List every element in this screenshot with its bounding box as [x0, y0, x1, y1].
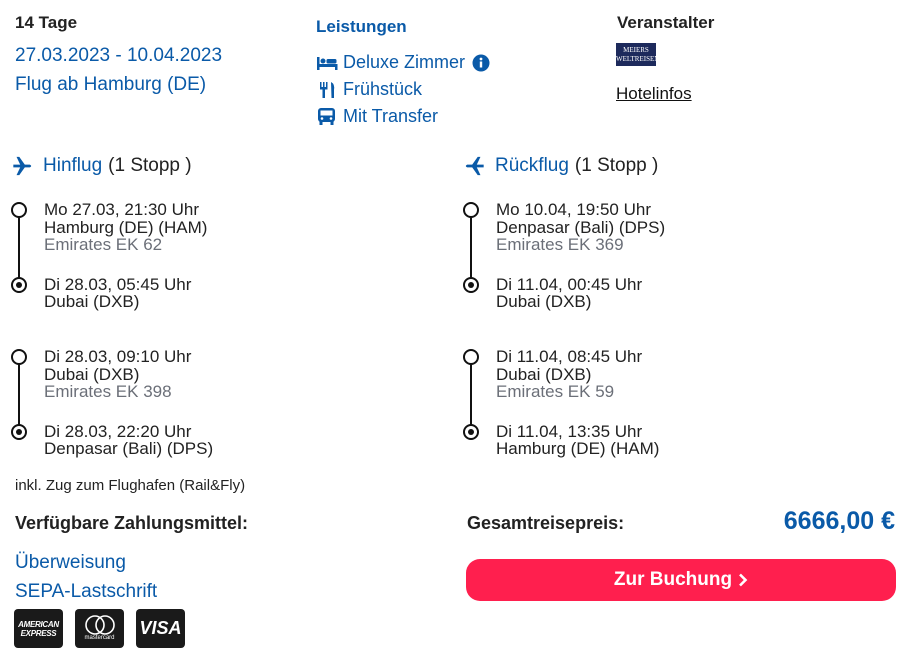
outbound-header: Hinflug (1 Stopp ) [10, 155, 192, 177]
leg-line [18, 216, 20, 278]
payment-method-sepa[interactable]: SEPA-Lastschrift [15, 581, 157, 603]
total-price-label: Gesamtreisepreis: [467, 513, 625, 533]
departure-time: Mo 27.03, 21:30 Uhr [44, 200, 199, 219]
payment-method-bank-transfer[interactable]: Überweisung [15, 552, 126, 574]
departure-time: Mo 10.04, 19:50 Uhr [496, 200, 651, 219]
return-stops: (1 Stopp ) [574, 155, 659, 176]
total-price-value: 6666,00 € [783, 507, 895, 535]
arrival-marker [463, 277, 479, 293]
departure-airport: Flug ab Hamburg (DE) [15, 74, 207, 95]
book-button[interactable]: Zur Buchung [466, 559, 896, 601]
plane-icon [465, 156, 484, 176]
departure-airport: Hamburg (DE) (HAM) [44, 218, 208, 237]
leg-line [18, 363, 20, 425]
arrival-airport: Dubai (DXB) [44, 292, 140, 311]
departure-time: Di 11.04, 08:45 Uhr [496, 347, 643, 366]
return-header: Rückflug (1 Stopp ) [462, 155, 658, 177]
arrival-time: Di 28.03, 22:20 Uhr [44, 422, 192, 441]
return-title: Rückflug [495, 155, 569, 176]
outbound-stops: (1 Stopp ) [108, 155, 192, 176]
mastercard-card-icon: mastercard [75, 609, 124, 648]
arrival-time: Di 28.03, 05:45 Uhr [44, 275, 192, 294]
departure-airport: Dubai (DXB) [496, 365, 592, 384]
service-label: Mit Transfer [343, 106, 439, 126]
meiers-weltreisen-logo: MEIERS WELTREISEN [616, 43, 660, 66]
service-label: Frühstück [343, 79, 423, 99]
mastercard-circles-icon [84, 615, 115, 635]
visa-label: VISA [139, 618, 182, 638]
services-heading: Leistungen [316, 17, 407, 36]
arrival-time: Di 11.04, 13:35 Uhr [496, 422, 643, 441]
flight-number: Emirates EK 369 [496, 235, 624, 254]
logo-text: MEIERS WELTREISEN [616, 46, 660, 63]
visa-card-icon: VISA [136, 609, 185, 648]
departure-airport: Denpasar (Bali) (DPS) [496, 218, 666, 237]
arrival-airport: Hamburg (DE) (HAM) [496, 439, 660, 458]
arrival-airport: Dubai (DXB) [496, 292, 592, 311]
departure-time: Di 28.03, 09:10 Uhr [44, 347, 192, 366]
service-label: Deluxe Zimmer [343, 52, 466, 72]
trip-duration: 14 Tage [15, 13, 78, 32]
service-transfer: Mit Transfer [316, 106, 438, 127]
outbound-title: Hinflug [43, 155, 103, 176]
leg-line [470, 216, 472, 278]
trip-dates: 27.03.2023 - 10.04.2023 [15, 45, 223, 66]
organizer-heading: Veranstalter [617, 13, 715, 32]
flight-number: Emirates EK 62 [44, 235, 163, 254]
bus-icon [318, 107, 335, 125]
arrival-marker [463, 424, 479, 440]
service-deluxe-room: Deluxe Zimmer [316, 52, 490, 73]
leg-line [470, 363, 472, 425]
info-icon[interactable] [472, 54, 490, 72]
mastercard-label: mastercard [84, 635, 115, 641]
rail-and-fly-note: inkl. Zug zum Flughafen (Rail&Fly) [15, 477, 246, 494]
payment-heading: Verfügbare Zahlungsmittel: [15, 513, 249, 533]
book-button-label: Zur Buchung [613, 569, 733, 590]
hotel-info-link[interactable]: Hotelinfos [616, 84, 692, 104]
amex-card-icon: AMERICAN EXPRESS [14, 609, 63, 648]
flight-number: Emirates EK 59 [496, 382, 615, 401]
bed-icon [317, 56, 338, 70]
chevron-right-icon [739, 573, 748, 587]
amex-card-label: AMERICAN EXPRESS [18, 619, 59, 638]
arrival-airport: Denpasar (Bali) (DPS) [44, 439, 214, 458]
arrival-marker [11, 277, 27, 293]
flight-number: Emirates EK 398 [44, 382, 172, 401]
arrival-marker [11, 424, 27, 440]
arrival-time: Di 11.04, 00:45 Uhr [496, 275, 643, 294]
service-breakfast: Frühstück [316, 79, 422, 100]
plane-icon [13, 156, 32, 176]
cutlery-icon [320, 81, 335, 98]
departure-airport: Dubai (DXB) [44, 365, 140, 384]
